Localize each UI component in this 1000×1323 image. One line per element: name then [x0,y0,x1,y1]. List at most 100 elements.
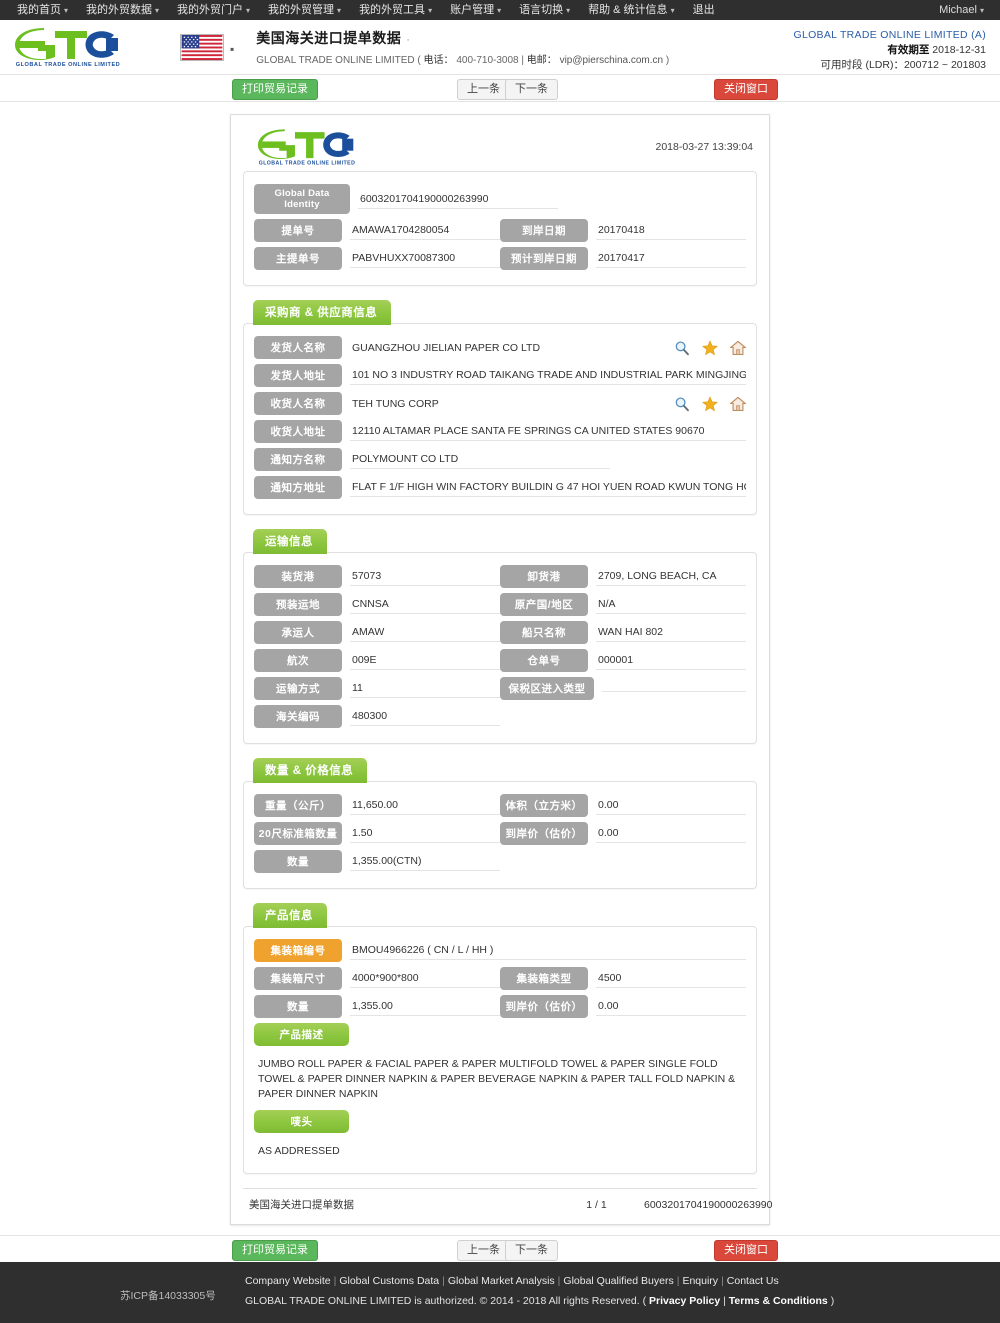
footer-link-global-customs-data[interactable]: Global Customs Data [339,1275,439,1287]
field-weight-kg: 重量（公斤） 11,650.00 [254,794,500,817]
nav-item-label: 账户管理 [450,3,495,16]
field-label: Global Data Identity [254,184,350,214]
field-product-quantity: 数量 1,355.00 [254,995,500,1018]
chevron-down-icon: ▾ [337,5,342,15]
search-icon[interactable] [674,340,690,356]
footer-link-contact-us[interactable]: Contact Us [727,1275,779,1287]
next-record-button-bottom[interactable]: 下一条 [505,1240,558,1261]
footer-link-terms-conditions[interactable]: Terms & Conditions [729,1295,828,1307]
page-title: 美国海关进口提单数据 · [256,28,669,48]
field-label: 原产国/地区 [500,593,588,616]
close-window-button-bottom[interactable]: 关闭窗口 [714,1240,778,1261]
quantity-price-section-title: 数量 & 价格信息 [253,758,368,783]
svg-text:GLOBAL TRADE ONLINE LIMITED: GLOBAL TRADE ONLINE LIMITED [16,62,120,68]
row-teu-cif: 20尺标准箱数量 1.50 到岸价（估价） 0.00 [254,822,746,845]
star-icon[interactable] [702,339,718,356]
star-icon[interactable] [702,395,718,412]
field-arrival-date: 到岸日期 20170418 [500,219,746,242]
gto-logo[interactable]: GLOBAL TRADE ONLINE LIMITED [14,26,122,68]
field-value: 480300 [350,707,500,726]
row-ports: 装货港 57073 卸货港 2709, LONG BEACH, CA [254,565,746,588]
field-container-size: 集装箱尺寸 4000*900*800 [254,967,500,990]
footer-link-company-website[interactable]: Company Website [245,1275,331,1287]
footer-link-privacy-policy[interactable]: Privacy Policy [649,1295,720,1307]
nav-item-account-management[interactable]: 账户管理 ▾ [441,0,510,21]
field-value: 1.50 [350,824,500,843]
expiry-value: 2018-12-31 [932,44,986,56]
parties-section: 采购商 & 供应商信息 发货人名称 GUANGZHOU JIELIAN PAPE… [243,300,757,515]
chevron-down-icon: ▾ [64,5,69,15]
field-quantity: 数量 1,355.00(CTN) [254,850,500,873]
row-preload-origin: 预装运地 CNNSA 原产国/地区 N/A [254,593,746,616]
field-value: 2709, LONG BEACH, CA [596,567,746,586]
nav-item-trade-management[interactable]: 我的外贸管理 ▾ [259,0,350,21]
home-icon[interactable] [730,396,746,412]
prev-record-button-bottom[interactable]: 上一条 [457,1240,510,1261]
chevron-down-icon: ▾ [566,5,571,15]
field-label: 运输方式 [254,677,342,700]
field-container-no: 集装箱编号 BMOU4966226 ( CN / L / HH ) [254,939,746,962]
shipping-marks-text: AS ADDRESSED [258,1145,340,1157]
email-value[interactable]: vip@pierschina.com.cn [560,55,664,66]
field-value: 009E [350,651,500,670]
quantity-price-section: 数量 & 价格信息 重量（公斤） 11,650.00 体积（立方米） 0.00 [243,758,757,889]
nav-item-trade-data[interactable]: 我的外贸数据 ▾ [77,0,168,21]
row-weight-volume: 重量（公斤） 11,650.00 体积（立方米） 0.00 [254,794,746,817]
field-container-type: 集装箱类型 4500 [500,967,746,990]
chevron-down-icon: ▾ [246,5,251,15]
field-global-data-identity: Global Data Identity 6003201704190000263… [254,184,746,214]
footer-sep: | [676,1275,680,1287]
search-icon[interactable] [674,396,690,412]
identity-row-master-bl: 主提单号 PABVHUXX70087300 预计到岸日期 20170417 [254,247,746,270]
ldr-value: 200712 ~ 201803 [903,59,986,71]
field-value: 000001 [596,651,746,670]
row-marks-label: 唛头 [254,1110,746,1133]
footer-link-enquiry[interactable]: Enquiry [682,1275,718,1287]
email-label: 电邮： [526,55,557,66]
footer-link-global-qualified-buyers[interactable]: Global Qualified Buyers [563,1275,673,1287]
consignee-action-icons [666,395,746,412]
country-flag-block: ▪ [180,33,234,61]
field-value: POLYMOUNT CO LTD [350,450,610,469]
field-value: 6003201704190000263990 [358,190,558,209]
close-window-button-top[interactable]: 关闭窗口 [714,79,778,100]
field-value: 11 [350,679,500,698]
footer-links: Company Website | Global Customs Data | Glob… [245,1271,1000,1291]
nav-item-help-stats[interactable]: 帮助 & 统计信息 ▾ [579,0,683,21]
field-manifest-no: 仓单号 000001 [500,649,746,672]
top-action-bar: 打印贸易记录 上一条 下一条 关闭窗口 [0,75,1000,102]
field-value [602,685,746,692]
footer-link-global-market-analysis[interactable]: Global Market Analysis [448,1275,555,1287]
gto-logo-svg: GLOBAL TRADE ONLINE LIMITED [15,28,120,68]
identity-section: Global Data Identity 6003201704190000263… [243,171,757,286]
user-menu[interactable]: Michael ▾ [931,4,992,16]
nav-item-home[interactable]: 我的首页 ▾ [8,0,77,21]
field-transport-mode: 运输方式 11 [254,677,500,700]
product-section-body: 集装箱编号 BMOU4966226 ( CN / L / HH ) 集装箱尺寸 … [243,926,757,1174]
prev-record-button-top[interactable]: 上一条 [457,79,510,100]
row-shipper-name: 发货人名称 GUANGZHOU JIELIAN PAPER CO LTD [254,336,746,359]
document-footer: 美国海关进口提单数据 1 / 1 6003201704190000263990 [243,1188,772,1214]
nav-item-label: 我的首页 [17,3,61,16]
print-trade-record-button-top[interactable]: 打印贸易记录 [232,79,318,100]
nav-item-trade-portal[interactable]: 我的外贸门户 ▾ [168,0,259,21]
row-hs-code: 海关编码 480300 [254,705,746,728]
contact-open-paren: ( [417,55,421,66]
field-hs-code: 海关编码 480300 [254,705,500,728]
us-flag-icon [180,33,224,61]
next-record-button-top[interactable]: 下一条 [505,79,558,100]
home-icon[interactable] [730,340,746,356]
chevron-down-icon: ▾ [497,5,502,15]
nav-item-trade-tools[interactable]: 我的外贸工具 ▾ [350,0,441,21]
field-value: WAN HAI 802 [596,623,746,642]
field-discharge-port: 卸货港 2709, LONG BEACH, CA [500,565,746,588]
nav-item-logout[interactable]: 退出 [684,0,724,20]
field-cif-estimate: 到岸价（估价） 0.00 [500,822,746,845]
expiry-label: 有效期至 [887,44,930,56]
footer-sep: | [721,1275,724,1287]
print-trade-record-button-bottom[interactable]: 打印贸易记录 [232,1240,318,1261]
row-container-no: 集装箱编号 BMOU4966226 ( CN / L / HH ) [254,939,746,962]
field-label: 发货人地址 [254,364,342,387]
row-consignee-name: 收货人名称 TEH TUNG CORP [254,392,746,415]
nav-item-language-switch[interactable]: 语言切换 ▾ [510,0,579,21]
